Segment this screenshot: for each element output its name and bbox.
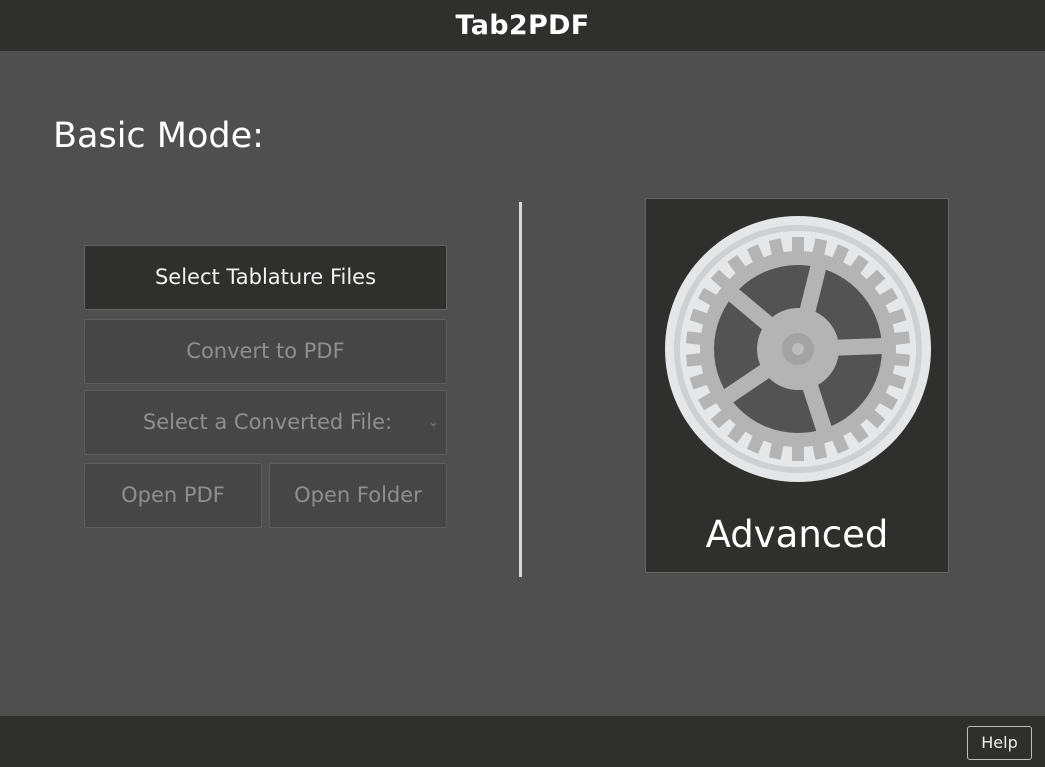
select-tablature-files-button[interactable]: Select Tablature Files [84,245,447,310]
advanced-label: Advanced [705,513,889,556]
section-divider [519,202,522,577]
app-title: Tab2PDF [0,0,1045,51]
footer-bar: Help [0,716,1045,767]
open-pdf-button[interactable]: Open PDF [84,463,262,528]
convert-to-pdf-button[interactable]: Convert to PDF [84,319,447,384]
basic-mode-heading: Basic Mode: [53,116,264,156]
help-button[interactable]: Help [967,726,1032,760]
converted-file-select[interactable]: Select a Converted File: ⌄ [84,390,447,455]
open-folder-button[interactable]: Open Folder [269,463,447,528]
gear-icon [665,216,931,482]
converted-file-select-value: Select a Converted File: [142,410,393,434]
chevron-down-icon: ⌄ [428,416,438,429]
advanced-mode-button[interactable]: Advanced [645,198,949,573]
